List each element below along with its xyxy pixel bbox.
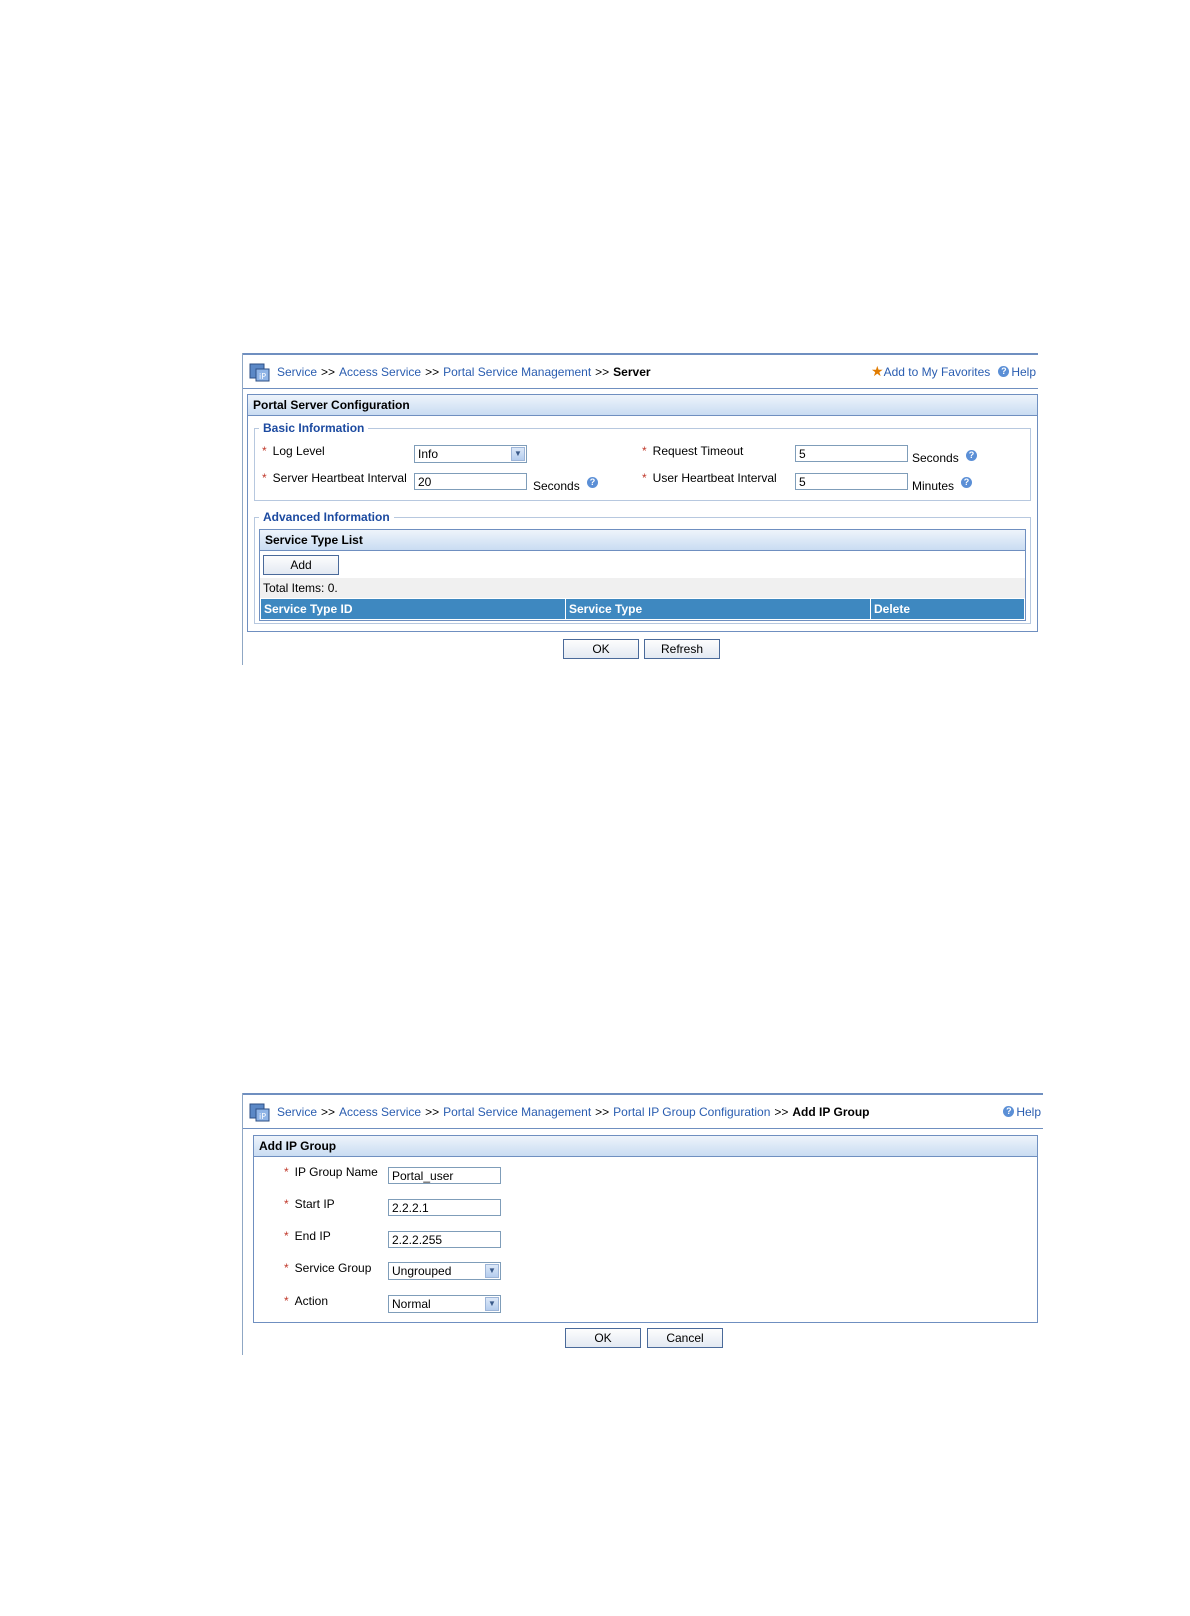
user-heartbeat-input[interactable]: 5 <box>795 473 908 490</box>
breadcrumb-access-service[interactable]: Access Service <box>339 1105 421 1119</box>
panel-title: Add IP Group <box>254 1136 1037 1157</box>
ip-group-name-label: * IP Group Name <box>284 1165 378 1179</box>
start-ip-label: * Start IP <box>284 1197 335 1211</box>
breadcrumb-separator: >> <box>595 1104 610 1119</box>
add-button[interactable]: Add <box>263 555 339 575</box>
svg-text:iP: iP <box>259 1112 266 1121</box>
help-icon[interactable]: ? <box>587 477 598 488</box>
service-group-select[interactable]: Ungrouped ▼ <box>388 1262 501 1280</box>
table-header: Service Type ID Service Type Delete <box>261 599 1024 619</box>
breadcrumb-separator: >> <box>321 364 336 379</box>
breadcrumb-portal-service-management[interactable]: Portal Service Management <box>443 1105 591 1119</box>
favorites-star-icon[interactable]: ★ <box>871 363 884 380</box>
add-ip-group-panel: Add IP Group * IP Group Name Portal_user … <box>253 1135 1038 1323</box>
cancel-button[interactable]: Cancel <box>647 1328 723 1348</box>
action-select[interactable]: Normal ▼ <box>388 1295 501 1313</box>
basic-information-legend: Basic Information <box>263 421 365 435</box>
ok-button[interactable]: OK <box>565 1328 641 1348</box>
chevron-down-icon[interactable]: ▼ <box>485 1297 499 1311</box>
user-heartbeat-unit: Minutes <box>912 479 955 493</box>
start-ip-input[interactable]: 2.2.2.1 <box>388 1199 501 1216</box>
ok-button[interactable]: OK <box>563 639 639 659</box>
help-link[interactable]: Help <box>1011 365 1036 379</box>
add-to-favorites-link[interactable]: Add to My Favorites <box>884 365 991 379</box>
server-heartbeat-unit: Seconds <box>533 479 580 493</box>
column-service-type[interactable]: Service Type <box>566 599 871 619</box>
breadcrumb-portal-service-management[interactable]: Portal Service Management <box>443 365 591 379</box>
svg-text:iP: iP <box>259 372 266 381</box>
request-timeout-unit: Seconds <box>912 451 959 465</box>
breadcrumb-separator: >> <box>595 364 610 379</box>
breadcrumb-separator: >> <box>425 1104 440 1119</box>
service-group-label: * Service Group <box>284 1261 372 1275</box>
column-delete[interactable]: Delete <box>871 599 1024 619</box>
advanced-information-legend: Advanced Information <box>263 510 390 524</box>
service-app-icon: iP <box>249 361 271 383</box>
breadcrumb-separator: >> <box>425 364 440 379</box>
column-service-type-id[interactable]: Service Type ID <box>261 599 566 619</box>
chevron-down-icon[interactable]: ▼ <box>511 447 525 461</box>
request-timeout-input[interactable]: 5 <box>795 445 908 462</box>
breadcrumb-service[interactable]: Service <box>277 365 317 379</box>
chevron-down-icon[interactable]: ▼ <box>485 1264 499 1278</box>
breadcrumb-portal-ip-group-configuration[interactable]: Portal IP Group Configuration <box>613 1105 770 1119</box>
help-icon[interactable]: ? <box>961 477 972 488</box>
log-level-label: * Log Level <box>262 444 325 458</box>
panel-title: Portal Server Configuration <box>248 395 1037 416</box>
service-type-list: Service Type List Add Total Items: 0. Se… <box>259 529 1026 621</box>
breadcrumb-service[interactable]: Service <box>277 1105 317 1119</box>
server-heartbeat-label: * Server Heartbeat Interval <box>262 471 407 485</box>
breadcrumb: iP Service >> Access Service >> Portal S… <box>243 1093 1043 1129</box>
help-link[interactable]: Help <box>1016 1105 1041 1119</box>
end-ip-label: * End IP <box>284 1229 331 1243</box>
log-level-select[interactable]: Info ▼ <box>414 445 527 463</box>
portal-server-screenshot: iP Service >> Access Service >> Portal S… <box>242 353 1038 665</box>
action-label: * Action <box>284 1294 329 1308</box>
request-timeout-label: * Request Timeout <box>642 444 744 458</box>
help-icon[interactable]: ? <box>966 450 977 461</box>
help-icon[interactable]: ? <box>998 366 1010 377</box>
breadcrumb-separator: >> <box>321 1104 336 1119</box>
refresh-button[interactable]: Refresh <box>644 639 720 659</box>
user-heartbeat-label: * User Heartbeat Interval <box>642 471 777 485</box>
help-icon[interactable]: ? <box>1003 1106 1015 1117</box>
breadcrumb-separator: >> <box>774 1104 789 1119</box>
breadcrumb-current: Add IP Group <box>792 1104 870 1119</box>
total-items: Total Items: 0. <box>260 578 1025 598</box>
service-type-list-title: Service Type List <box>260 530 1025 551</box>
breadcrumb-current: Server <box>613 364 651 379</box>
end-ip-input[interactable]: 2.2.2.255 <box>388 1231 501 1248</box>
ip-group-name-input[interactable]: Portal_user <box>388 1167 501 1184</box>
breadcrumb-access-service[interactable]: Access Service <box>339 365 421 379</box>
server-heartbeat-input[interactable]: 20 <box>414 473 527 490</box>
breadcrumb: iP Service >> Access Service >> Portal S… <box>243 353 1038 389</box>
add-ip-group-screenshot: iP Service >> Access Service >> Portal S… <box>242 1093 1043 1355</box>
service-app-icon: iP <box>249 1101 271 1123</box>
portal-server-config-panel: Portal Server Configuration Basic Inform… <box>247 394 1038 632</box>
